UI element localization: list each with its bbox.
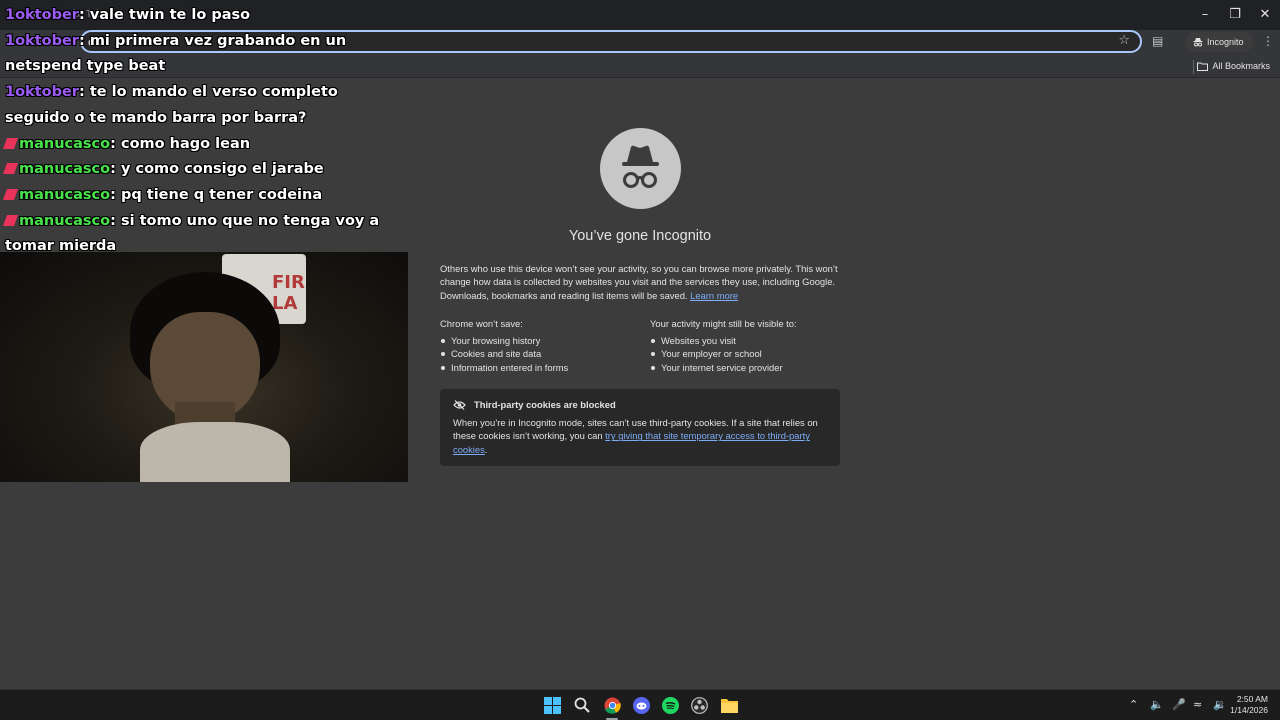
chat-message-text: vale twin te lo paso [89,7,251,23]
incognito-logo-icon [600,128,681,209]
chat-badge-icon [2,137,19,149]
chat-message-text: como hago lean [120,135,251,152]
still-visible-item: Your employer or school [650,347,850,360]
close-icon[interactable]: ✕ [1250,0,1280,28]
spotify-icon[interactable] [661,696,679,714]
chat-username: 1oktober [5,32,79,49]
folder-icon [1197,62,1209,71]
incognito-description: Others who use this device won’t see you… [440,262,840,302]
wont-save-item: Information entered in forms [440,361,640,374]
screen: New Incognito Tab – ❐ ✕ es ☆ ▤ Incognito… [0,0,1280,720]
still-visible-item: Websites you visit [650,334,850,347]
chat-badge-icon [2,163,19,175]
chat-separator: : [110,186,121,203]
chat-message-text: y como consigo el jarabe [120,161,324,178]
obs-icon[interactable] [690,696,708,714]
chat-separator: : [110,161,121,178]
learn-more-link[interactable]: Learn more [690,290,738,301]
chat-username: manucasco [19,135,111,152]
maximize-icon[interactable]: ❐ [1220,0,1250,28]
chat-message: 1oktober: te lo mando el verso completo … [5,80,405,131]
cookies-card-end: . [484,443,488,455]
wont-save-title: Chrome won’t save: [440,318,523,329]
chat-message: 1oktober: vale twin te lo paso [5,3,405,29]
still-visible-column: Your activity might still be visible to:… [650,318,850,374]
webcam-feed: FIR LA [0,252,408,482]
chat-message: 1oktober: mi primera vez grabando en un … [5,29,405,80]
volume-icon[interactable]: 🔉 [1213,698,1227,711]
chat-separator: : [78,84,90,101]
bookmark-star-icon[interactable]: ☆ [1118,33,1130,48]
bookmarks-divider [1193,60,1194,74]
chat-username: 1oktober [5,7,79,23]
streamer-shirt [140,422,290,482]
wifi-icon[interactable]: ≈ [1193,698,1202,711]
stream-chat-overlay: 1oktober: vale twin te lo paso 1oktober: … [2,3,405,260]
eye-off-icon [453,399,466,410]
chat-separator: : [78,32,90,49]
search-icon[interactable] [573,696,591,714]
chat-separator: : [78,7,90,23]
chat-separator: : [110,135,121,152]
chat-username: manucasco [19,186,111,203]
incognito-chip[interactable]: Incognito [1185,32,1253,52]
chat-username: manucasco [19,212,111,229]
chat-separator: : [110,212,121,229]
chat-message: manucasco: como hago lean [2,132,405,158]
microphone-icon[interactable]: 🎤 [1172,698,1186,711]
still-visible-item: Your internet service provider [650,361,850,374]
chat-badge-icon [2,188,19,200]
all-bookmarks-button[interactable]: All Bookmarks [1197,61,1270,71]
incognito-title: You’ve gone Incognito [568,228,712,244]
cookies-card-body: When you’re in Incognito mode, sites can… [453,416,827,456]
cookies-card-title: Third-party cookies are blocked [474,399,616,410]
clock-date: 1/14/2026 [1230,705,1268,715]
incognito-description-text: Others who use this device won’t see you… [440,263,838,301]
tray-chevron-icon[interactable]: ⌃ [1129,698,1138,711]
third-party-cookies-card: Third-party cookies are blocked When you… [440,389,840,466]
chat-badge-icon [2,214,19,226]
windows-taskbar: ⌃ 🔈 🎤 ≈ 🔉 2:50 AM 1/14/2026 [0,689,1280,720]
minimize-icon[interactable]: – [1190,0,1220,28]
chat-username: manucasco [19,161,111,178]
menu-kebab-icon[interactable]: ⋮ [1262,34,1274,48]
cookies-card-header: Third-party cookies are blocked [453,399,827,410]
still-visible-title: Your activity might still be visible to: [650,318,797,329]
incognito-chip-label: Incognito [1207,37,1244,47]
incognito-small-icon [1193,38,1203,47]
wont-save-item: Your browsing history [440,334,640,347]
wont-save-column: Chrome won’t save: Your browsing history… [440,318,640,374]
file-explorer-icon[interactable] [720,696,738,714]
chat-message: manucasco: si tomo uno que no tenga voy … [2,209,405,260]
chat-message-text: pq tiene q tener codeina [120,186,323,203]
side-panel-icon[interactable]: ▤ [1152,34,1163,48]
system-clock[interactable]: 2:50 AM 1/14/2026 [1230,694,1268,716]
discord-icon[interactable] [632,696,650,714]
all-bookmarks-label: All Bookmarks [1212,61,1270,71]
wont-save-item: Cookies and site data [440,347,640,360]
windows-start-icon[interactable] [543,696,561,714]
speaker-icon[interactable]: 🔈 [1150,698,1164,711]
chat-message: manucasco: pq tiene q tener codeina [2,183,405,209]
chat-message: manucasco: y como consigo el jarabe [2,157,405,183]
clock-time: 2:50 AM [1236,694,1268,704]
chat-username: 1oktober [5,84,79,101]
chrome-icon[interactable] [603,696,621,714]
